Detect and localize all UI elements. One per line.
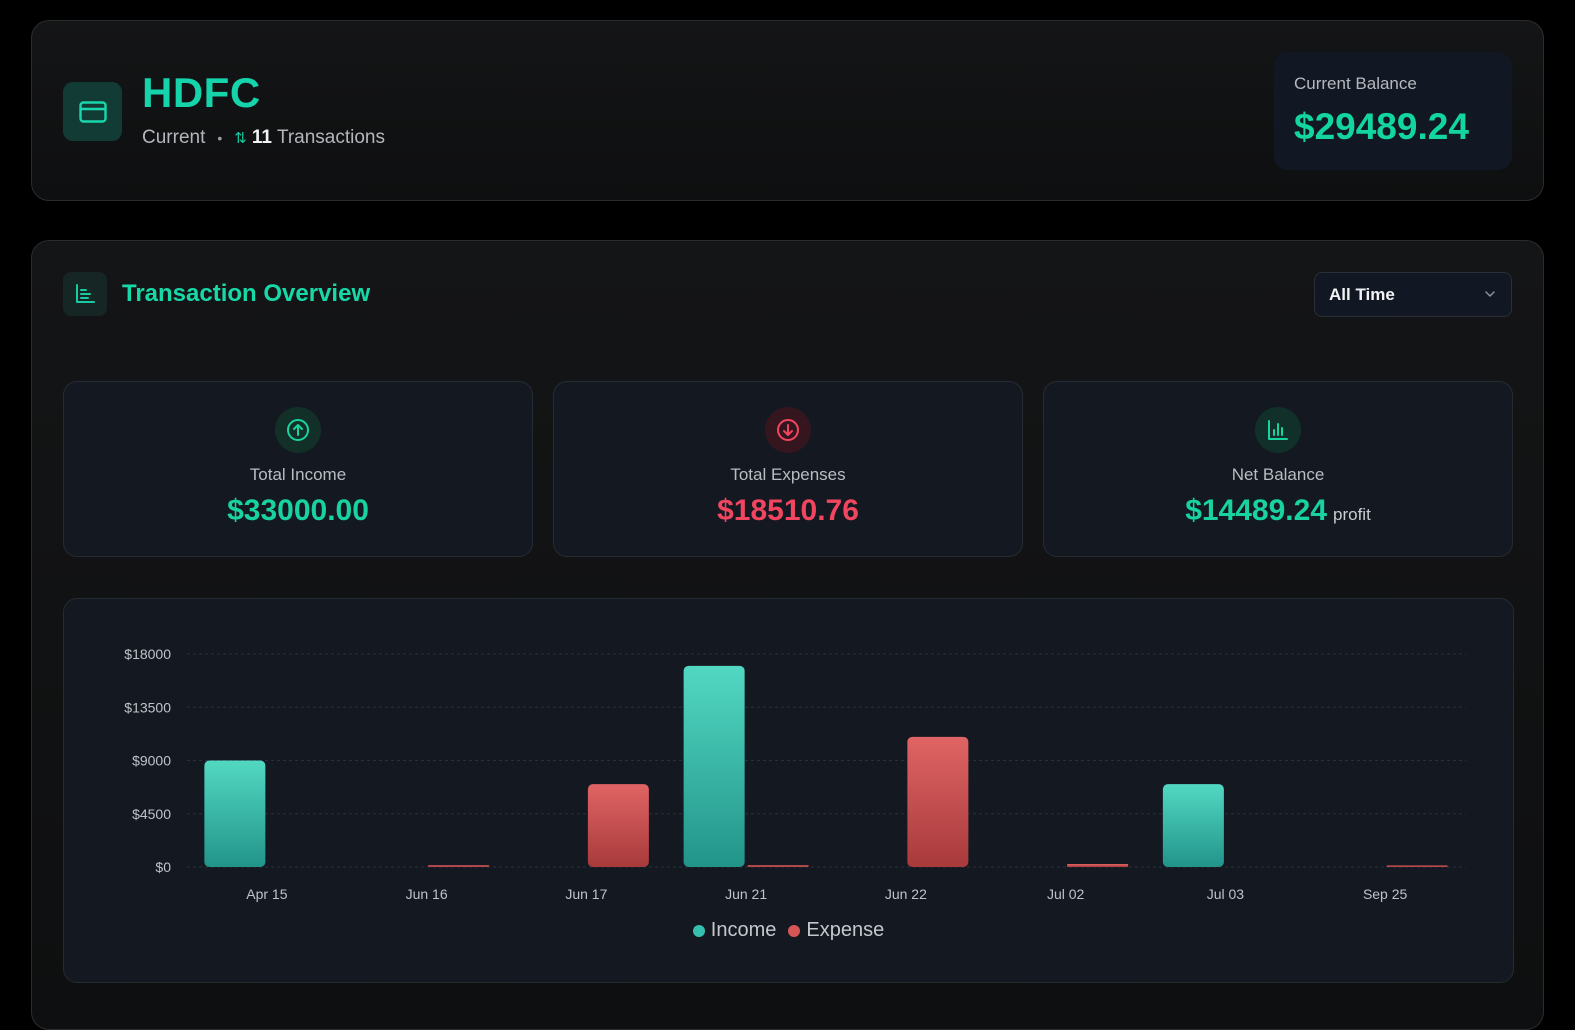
time-range-value: All Time	[1329, 284, 1395, 304]
total-expenses-card: Total Expenses $18510.76	[553, 381, 1023, 557]
transfer-arrows-icon: ⇅	[234, 130, 247, 147]
income-bar[interactable]	[204, 760, 266, 868]
x-tick-label: Sep 25	[1363, 886, 1408, 902]
transaction-count: 11	[251, 127, 272, 148]
income-swatch	[692, 924, 705, 937]
x-tick-label: Apr 15	[246, 886, 287, 902]
x-tick-label: Jun 21	[725, 886, 767, 902]
net-balance-suffix: profit	[1333, 505, 1371, 524]
total-expenses-label: Total Expenses	[730, 465, 846, 484]
legend-item-expense[interactable]: Expense	[788, 919, 884, 942]
total-income-value: $33000.00	[227, 494, 369, 527]
account-card: HDFC Current • ⇅ 11 Transactions Current…	[31, 20, 1544, 201]
legend-label-expense: Expense	[806, 919, 885, 941]
total-income-card: Total Income $33000.00	[63, 381, 533, 557]
transactions-chart: $0 $4500 $9000 $13500 $18000 Apr 15 Jun 16 Jun …	[63, 598, 1514, 983]
y-tick-label: $0	[155, 859, 171, 875]
x-tick-label: Jun 17	[565, 886, 607, 902]
y-tick-label: $9000	[132, 753, 171, 769]
account-subtitle: Current • ⇅ 11 Transactions	[142, 127, 385, 149]
expense-swatch	[788, 924, 801, 937]
transaction-overview-card: Transaction Overview All Time Total Inco…	[31, 240, 1544, 1030]
arrow-up-circle-icon	[275, 407, 321, 453]
chart-legend: Income Expense	[64, 919, 1513, 942]
overview-title: Transaction Overview	[122, 280, 371, 307]
expense-bar[interactable]	[1067, 864, 1129, 867]
y-tick-label: $4500	[132, 806, 171, 822]
y-tick-label: $18000	[124, 646, 171, 662]
balance-value: $29489.24	[1294, 106, 1469, 147]
legend-label-income: Income	[710, 919, 777, 941]
bar-chart-small-icon	[1255, 407, 1301, 453]
net-balance-value: $14489.24 profit	[1044, 494, 1512, 528]
total-income-label: Total Income	[249, 465, 347, 484]
expense-bar[interactable]	[1386, 865, 1448, 868]
legend-item-income[interactable]: Income	[692, 919, 777, 942]
credit-card-icon	[63, 82, 122, 141]
expense-bar[interactable]	[907, 736, 969, 867]
account-name: HDFC	[142, 69, 261, 116]
x-tick-label: Jun 16	[406, 886, 448, 902]
time-range-select[interactable]: All Time	[1314, 272, 1512, 317]
net-balance-label: Net Balance	[1231, 465, 1325, 484]
account-type: Current	[142, 127, 206, 148]
arrow-down-circle-icon	[765, 407, 811, 453]
balance-label: Current Balance	[1294, 74, 1417, 93]
income-bar[interactable]	[1162, 784, 1224, 867]
total-expenses-value: $18510.76	[717, 494, 859, 527]
x-tick-label: Jun 22	[885, 886, 927, 902]
x-tick-label: Jul 02	[1047, 886, 1085, 902]
transactions-label: Transactions	[276, 127, 385, 148]
y-tick-label: $13500	[124, 699, 171, 715]
x-tick-label: Jul 03	[1207, 886, 1245, 902]
chevron-down-icon	[1485, 291, 1495, 297]
expense-bar[interactable]	[747, 865, 809, 867]
bar-chart-icon	[63, 272, 107, 316]
income-bar[interactable]	[683, 665, 745, 867]
net-balance-card: Net Balance $14489.24 profit	[1043, 381, 1513, 557]
net-balance-amount: $14489.24	[1185, 494, 1327, 527]
expense-bar[interactable]	[428, 865, 490, 867]
current-balance-box: Current Balance $29489.24	[1274, 52, 1512, 170]
bar-chart: $0 $4500 $9000 $13500 $18000 Apr 15 Jun 16 Jun …	[124, 646, 1466, 902]
expense-bar[interactable]	[587, 784, 649, 867]
separator-dot: •	[217, 130, 223, 146]
